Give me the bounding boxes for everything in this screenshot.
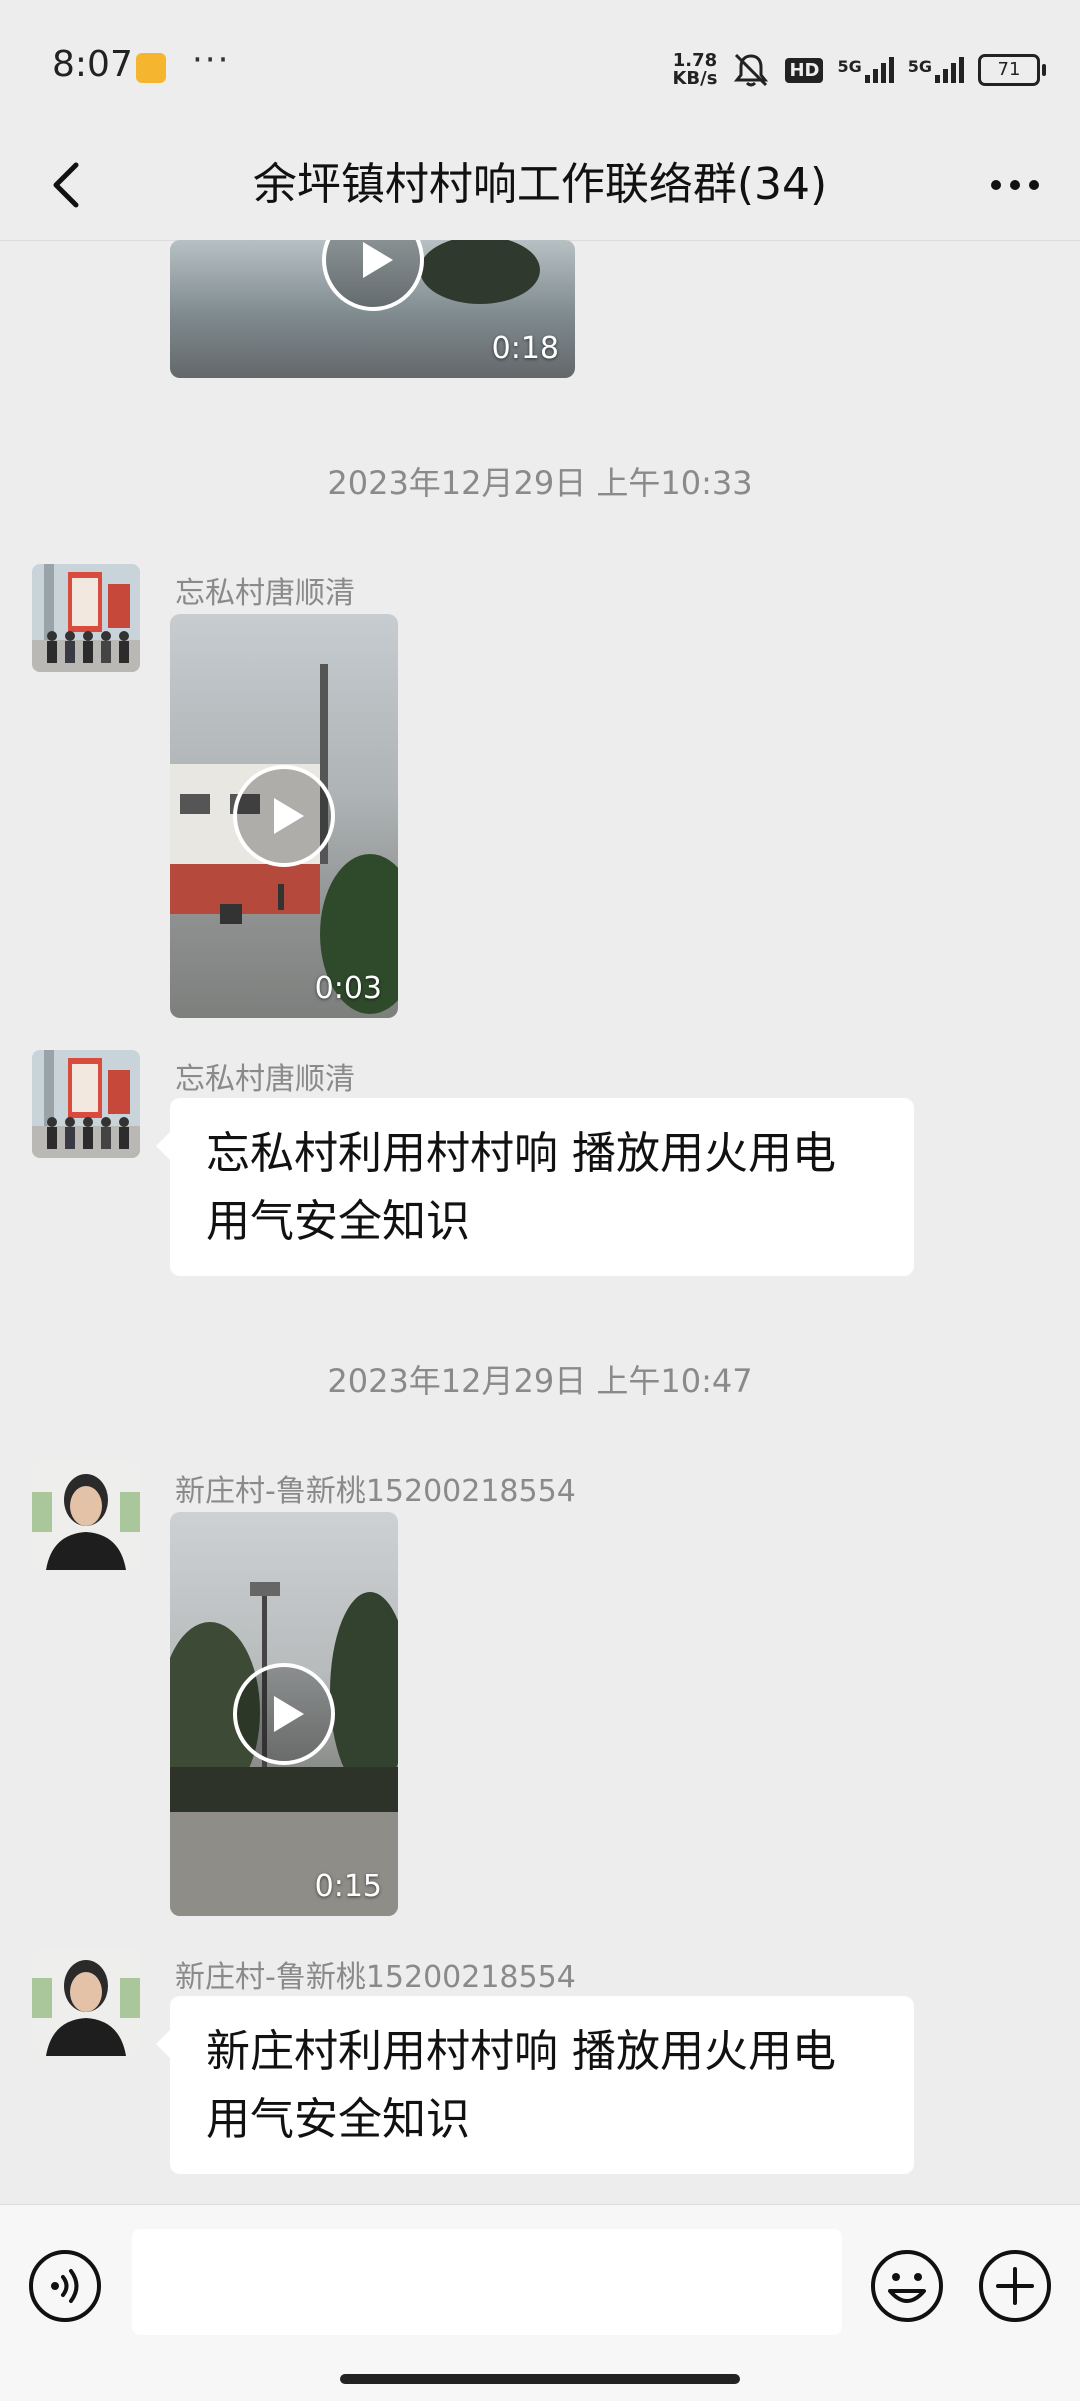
status-indicators: 1.78 KB/s HD 5G 5G 71 <box>672 48 1046 92</box>
avatar-image <box>32 1050 140 1158</box>
message-timestamp: 2023年12月29日 上午10:33 <box>327 464 753 502</box>
signal-2-label: 5G <box>907 57 932 76</box>
video-message[interactable]: 0:15 <box>170 1512 398 1916</box>
tree-silhouette <box>420 240 540 304</box>
avatar-image <box>32 564 140 672</box>
more-options-icon[interactable] <box>980 155 1050 215</box>
hd-voice-icon: HD <box>785 57 824 83</box>
avatar[interactable] <box>32 1948 140 2056</box>
notes-app-icon <box>136 53 166 83</box>
play-icon[interactable] <box>232 1662 336 1766</box>
text-message-bubble[interactable]: 忘私村利用村村响 播放用火用电用气安全知识 <box>156 1098 914 1276</box>
plus-icon[interactable] <box>978 2249 1052 2323</box>
voice-input-icon[interactable] <box>28 2249 102 2323</box>
video-duration: 0:03 <box>314 971 382 1006</box>
network-speed: 1.78 KB/s <box>672 52 717 88</box>
sender-name: 忘私村唐顺清 <box>175 1062 355 1097</box>
sender-name: 新庄村-鲁新桃15200218554 <box>175 1474 576 1509</box>
chat-title: 余坪镇村村响工作联络群(34) <box>252 159 828 210</box>
battery-icon: 71 <box>978 54 1046 86</box>
video-duration: 0:18 <box>491 331 559 366</box>
status-bar: 8:07 ··· 1.78 KB/s HD 5G 5G 71 <box>0 0 1080 130</box>
signal-icon-1: 5G <box>837 57 894 83</box>
avatar[interactable] <box>32 564 140 672</box>
video-message[interactable]: 0:18 <box>170 240 575 378</box>
avatar-image <box>32 1948 140 2056</box>
back-icon[interactable] <box>40 155 100 215</box>
network-speed-unit: KB/s <box>672 68 718 89</box>
signal-icon-2: 5G <box>908 57 964 83</box>
more-notifications-icon: ··· <box>192 40 231 80</box>
avatar[interactable] <box>32 1462 140 1570</box>
emoji-icon[interactable] <box>870 2249 944 2323</box>
play-icon[interactable] <box>232 764 336 868</box>
chat-header: 余坪镇村村响工作联络群(34) <box>0 130 1080 241</box>
signal-1-label: 5G <box>837 57 862 76</box>
video-duration: 0:15 <box>314 1869 382 1904</box>
message-input[interactable] <box>132 2229 842 2335</box>
status-time: 8:07 <box>52 44 133 85</box>
message-timestamp: 2023年12月29日 上午10:47 <box>327 1362 753 1400</box>
avatar[interactable] <box>32 1050 140 1158</box>
input-bar <box>0 2204 1080 2401</box>
video-message[interactable]: 0:03 <box>170 614 398 1018</box>
home-indicator[interactable] <box>340 2374 740 2384</box>
sender-name: 忘私村唐顺清 <box>175 576 355 611</box>
mute-icon <box>734 53 769 87</box>
avatar-image <box>32 1462 140 1570</box>
text-message-bubble[interactable]: 新庄村利用村村响 播放用火用电用气安全知识 <box>156 1996 914 2174</box>
sender-name: 新庄村-鲁新桃15200218554 <box>175 1960 576 1995</box>
play-icon[interactable] <box>321 240 425 312</box>
